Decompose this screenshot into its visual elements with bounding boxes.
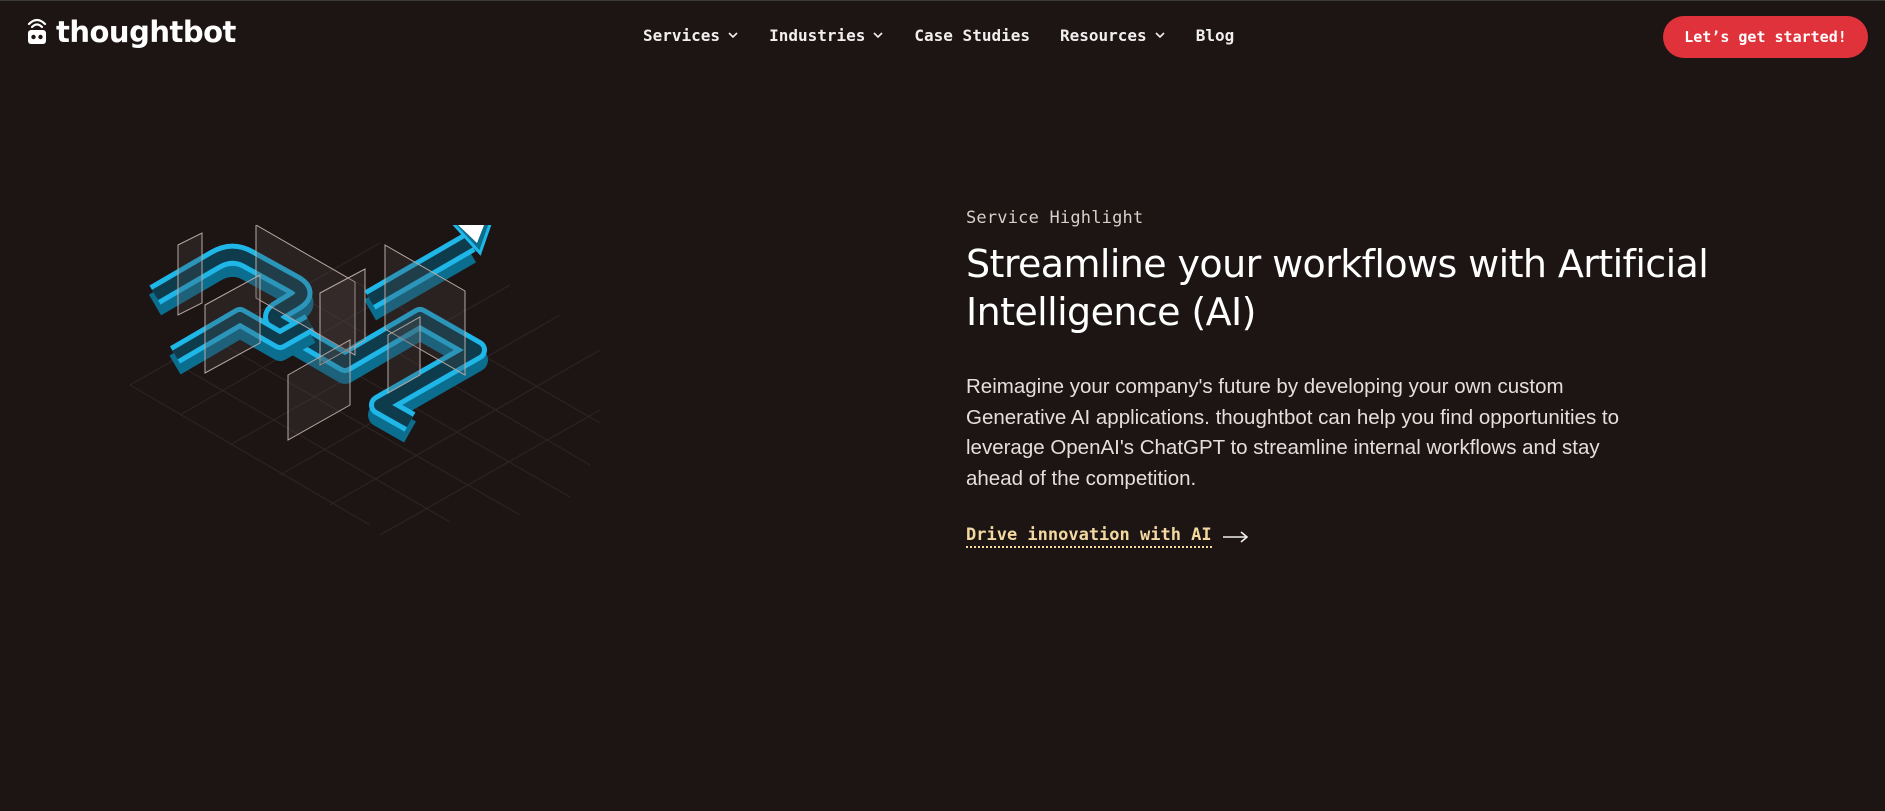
- drive-innovation-link[interactable]: Drive innovation with AI: [966, 525, 1250, 548]
- arrow-right-icon: [1222, 530, 1248, 543]
- headline-line-1: Streamline your workflows with Artificia…: [966, 242, 1709, 286]
- chevron-down-icon: [873, 32, 883, 39]
- nav-item-services[interactable]: Services: [643, 23, 739, 47]
- nav-item-label: Case Studies: [914, 25, 1030, 45]
- brand-name: thoughtbot: [56, 15, 236, 49]
- nav-item-label: Industries: [769, 25, 866, 45]
- chevron-down-icon: [728, 32, 738, 39]
- brand-logo[interactable]: thoughtbot: [26, 15, 236, 49]
- chevron-down-icon: [1155, 32, 1165, 39]
- nav-item-case-studies[interactable]: Case Studies: [914, 23, 1030, 47]
- get-started-button[interactable]: Let’s get started!: [1663, 16, 1868, 58]
- link-label: Drive innovation with AI: [966, 525, 1212, 548]
- nav-item-blog[interactable]: Blog: [1196, 23, 1235, 47]
- nav-item-industries[interactable]: Industries: [769, 23, 884, 47]
- hero-headline: Streamline your workflows with Artificia…: [966, 240, 1726, 336]
- section-eyebrow: Service Highlight: [966, 208, 1144, 228]
- nav-item-resources[interactable]: Resources: [1060, 23, 1166, 47]
- main-nav: Services Industries Case Studies Resourc…: [643, 23, 1264, 47]
- nav-item-label: Blog: [1195, 25, 1235, 45]
- hero-description: Reimagine your company's future by devel…: [966, 375, 1620, 490]
- headline-line-2: Intelligence (AI): [966, 290, 1256, 334]
- robot-logo-icon: [27, 18, 47, 44]
- isometric-ai-workflow-illustration: [129, 225, 601, 536]
- top-navigation: thoughtbot Services Industries Case Stud…: [0, 0, 1885, 70]
- nav-item-label: Resources: [1059, 25, 1147, 45]
- nav-item-label: Services: [643, 25, 721, 45]
